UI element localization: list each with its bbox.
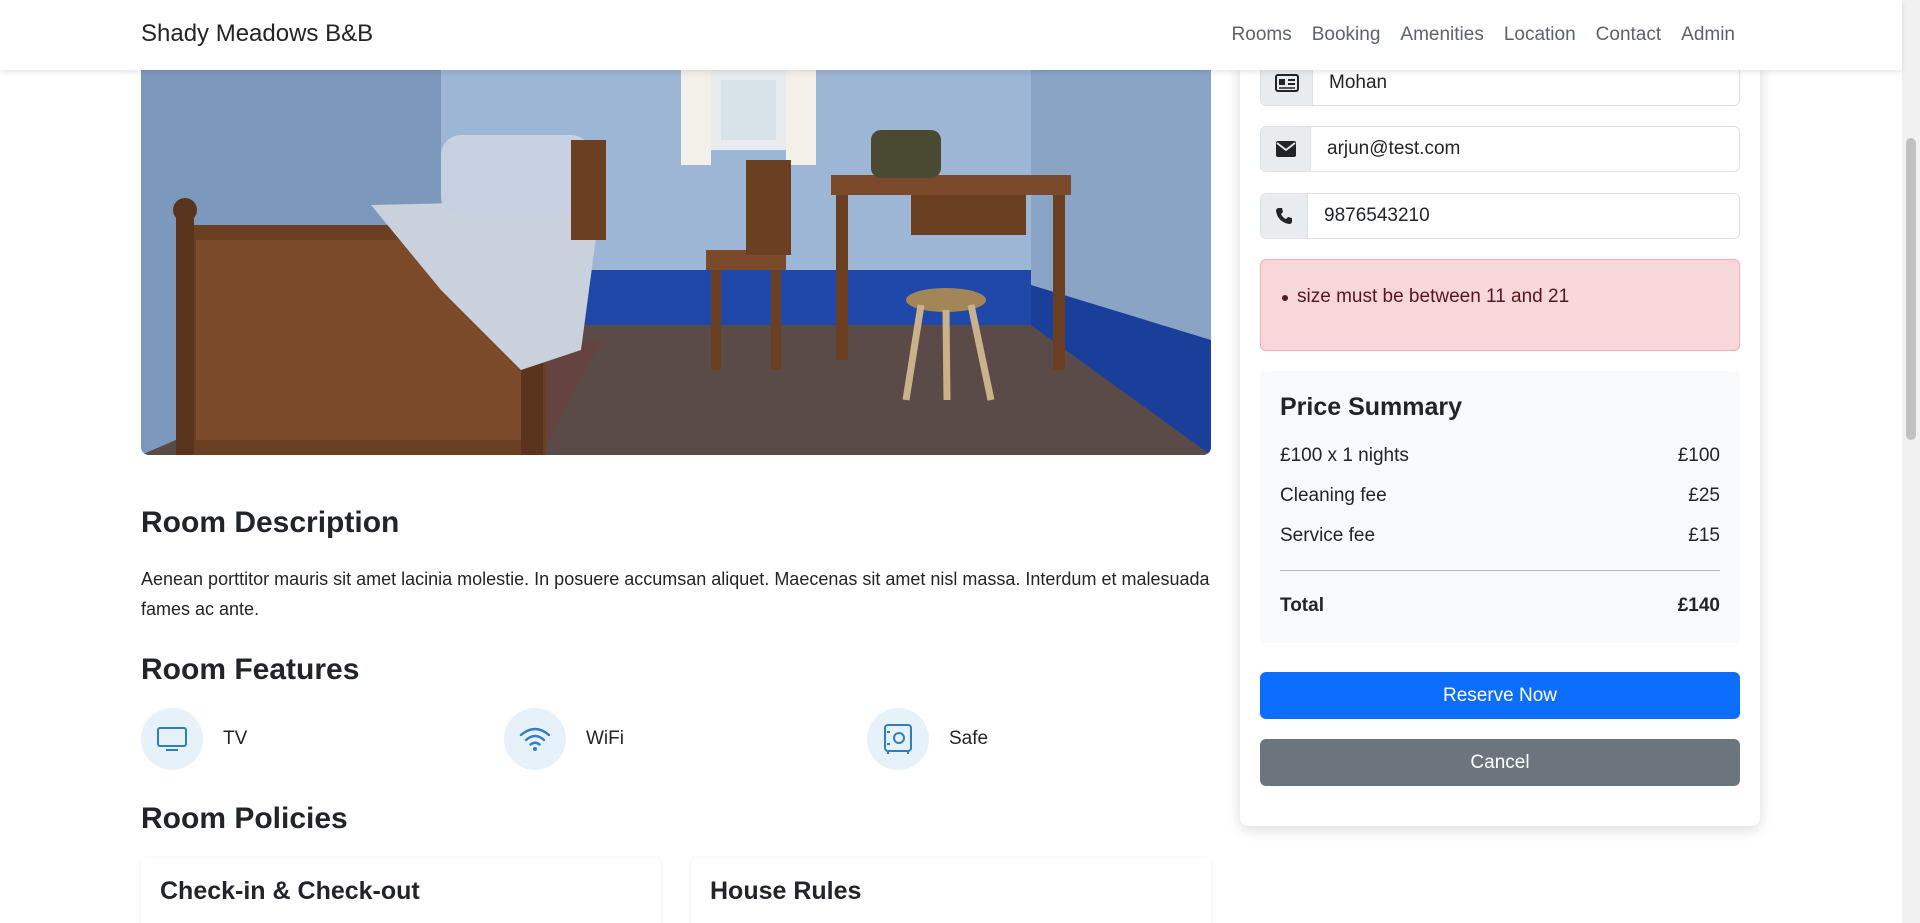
- error-item: size must be between 11 and 21: [1282, 286, 1570, 308]
- tv-icon: [141, 708, 203, 770]
- page-scrollbar[interactable]: [1902, 0, 1920, 923]
- feature-label-wifi: WiFi: [586, 728, 624, 749]
- feature-safe: Safe: [867, 708, 988, 770]
- email-input[interactable]: [1311, 127, 1739, 171]
- scrollbar-thumb[interactable]: [1906, 138, 1916, 440]
- policy-card-checkin: Check-in & Check-out: [141, 858, 661, 923]
- phone-group: [1260, 193, 1740, 239]
- nav-link-amenities[interactable]: Amenities: [1400, 24, 1483, 46]
- safe-icon: [867, 708, 929, 770]
- nav-links: Rooms Booking Amenities Location Contact…: [1232, 24, 1735, 46]
- nav-link-admin[interactable]: Admin: [1681, 24, 1735, 46]
- feature-label-tv: TV: [223, 728, 248, 749]
- room-image: [141, 70, 1211, 455]
- phone-input[interactable]: [1308, 194, 1739, 238]
- feature-label-safe: Safe: [949, 728, 989, 749]
- price-row-value: £100: [1677, 445, 1720, 466]
- price-row-value: £15: [1688, 525, 1720, 546]
- email-group: [1260, 126, 1740, 172]
- nav-link-booking[interactable]: Booking: [1312, 24, 1381, 46]
- navbar: Shady Meadows B&B Rooms Booking Amenitie…: [0, 0, 1902, 70]
- error-alert: size must be between 11 and 21: [1260, 259, 1740, 351]
- room-illustration: [141, 70, 1211, 455]
- nav-link-rooms[interactable]: Rooms: [1232, 24, 1292, 46]
- wifi-icon: [504, 708, 566, 770]
- price-row-value: £25: [1688, 485, 1720, 506]
- price-row-label: £100 x 1 nights: [1280, 445, 1409, 466]
- price-summary-title: Price Summary: [1280, 393, 1463, 421]
- reserve-now-button[interactable]: Reserve Now: [1260, 672, 1740, 719]
- phone-icon: [1261, 194, 1308, 238]
- policy-title-house-rules: House Rules: [710, 877, 862, 905]
- cancel-button[interactable]: Cancel: [1260, 739, 1740, 786]
- nav-link-location[interactable]: Location: [1504, 24, 1576, 46]
- policy-card-house-rules: House Rules: [691, 858, 1211, 923]
- room-features-heading: Room Features: [141, 653, 360, 686]
- price-row-label: Cleaning fee: [1280, 485, 1387, 506]
- price-summary: Price Summary £100 x 1 nights £100 Clean…: [1260, 371, 1740, 643]
- feature-wifi: WiFi: [504, 708, 624, 770]
- policy-title-checkin: Check-in & Check-out: [160, 877, 420, 905]
- price-row-cleaning: Cleaning fee £25: [1280, 485, 1720, 507]
- error-message: size must be between 11 and 21: [1297, 286, 1570, 307]
- room-description-heading: Room Description: [141, 506, 400, 539]
- envelope-icon: [1261, 127, 1311, 171]
- price-divider: [1280, 570, 1720, 571]
- nav-link-contact[interactable]: Contact: [1596, 24, 1661, 46]
- room-description-text: Aenean porttitor mauris sit amet lacinia…: [141, 569, 1210, 619]
- error-bullet: [1282, 295, 1288, 301]
- booking-card: size must be between 11 and 21 Price Sum…: [1240, 30, 1760, 826]
- price-row-service: Service fee £15: [1280, 525, 1720, 547]
- room-policies-heading: Room Policies: [141, 802, 348, 835]
- price-row-label: Service fee: [1280, 525, 1376, 546]
- feature-tv: TV: [141, 708, 247, 770]
- total-value: £140: [1677, 595, 1720, 616]
- price-row-total: Total £140: [1280, 595, 1720, 617]
- total-label: Total: [1280, 595, 1324, 616]
- brand-link[interactable]: Shady Meadows B&B: [141, 20, 373, 48]
- price-row-nights: £100 x 1 nights £100: [1280, 445, 1720, 467]
